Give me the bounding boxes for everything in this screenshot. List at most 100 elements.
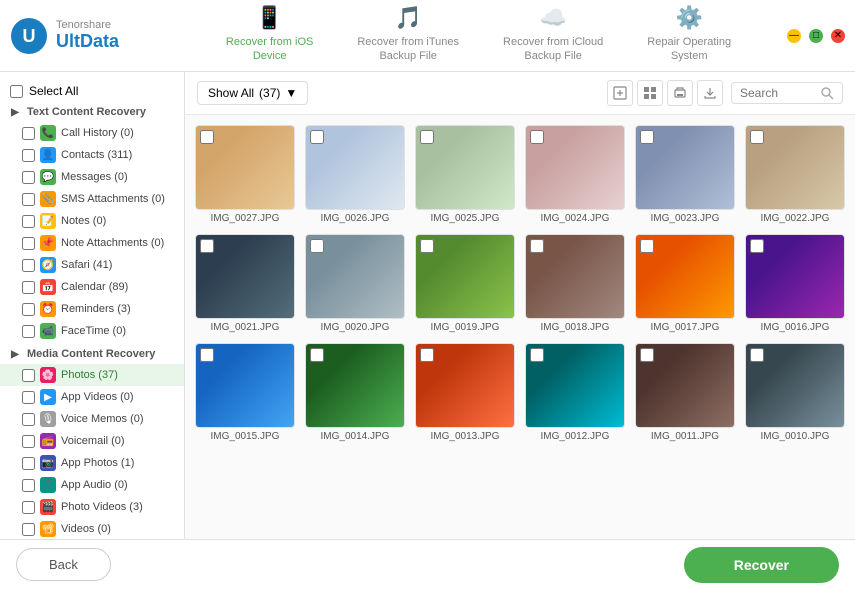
sidebar-item-voicemail[interactable]: 📻 Voicemail (0) <box>0 430 184 452</box>
photo-item[interactable]: IMG_0026.JPG <box>305 125 405 224</box>
photo-checkbox[interactable] <box>420 239 434 253</box>
photo-checkbox[interactable] <box>530 348 544 362</box>
media-section-header[interactable]: ▶ Media Content Recovery <box>0 344 184 364</box>
photo-item[interactable]: IMG_0025.JPG <box>415 125 515 224</box>
photo-item[interactable]: IMG_0011.JPG <box>635 343 735 442</box>
calendar-checkbox[interactable] <box>22 281 35 294</box>
note-attach-checkbox[interactable] <box>22 237 35 250</box>
photo-videos-checkbox[interactable] <box>22 501 35 514</box>
photo-item[interactable]: IMG_0014.JPG <box>305 343 405 442</box>
show-all-button[interactable]: Show All (37) ▼ <box>197 81 308 105</box>
photo-checkbox[interactable] <box>640 130 654 144</box>
voicemail-checkbox[interactable] <box>22 435 35 448</box>
tab-itunes[interactable]: 🎵 Recover from iTunesBackup File <box>335 0 481 76</box>
sidebar-item-contacts[interactable]: 👤 Contacts (311) <box>0 144 184 166</box>
app-videos-checkbox[interactable] <box>22 391 35 404</box>
photo-item[interactable]: IMG_0013.JPG <box>415 343 515 442</box>
select-all-checkbox[interactable] <box>10 85 23 98</box>
sidebar-item-sms-attach[interactable]: 📎 SMS Attachments (0) <box>0 188 184 210</box>
safari-checkbox[interactable] <box>22 259 35 272</box>
photo-checkbox[interactable] <box>750 348 764 362</box>
facetime-checkbox[interactable] <box>22 325 35 338</box>
export-button[interactable] <box>607 80 633 106</box>
photo-checkbox[interactable] <box>640 348 654 362</box>
photo-checkbox[interactable] <box>310 348 324 362</box>
sidebar-item-reminders[interactable]: ⏰ Reminders (3) <box>0 298 184 320</box>
photo-item[interactable]: IMG_0022.JPG <box>745 125 845 224</box>
photo-item[interactable]: IMG_0016.JPG <box>745 234 845 333</box>
export2-button[interactable] <box>697 80 723 106</box>
photo-label: IMG_0023.JPG <box>635 213 735 224</box>
photo-item[interactable]: IMG_0020.JPG <box>305 234 405 333</box>
photo-checkbox[interactable] <box>750 130 764 144</box>
sidebar-item-videos[interactable]: 📽 Videos (0) <box>0 518 184 539</box>
select-all-row[interactable]: Select All <box>0 80 184 102</box>
sidebar-item-voice-memos[interactable]: 🎙 Voice Memos (0) <box>0 408 184 430</box>
sidebar-item-calendar[interactable]: 📅 Calendar (89) <box>0 276 184 298</box>
grid-view-button[interactable] <box>637 80 663 106</box>
photo-checkbox[interactable] <box>750 239 764 253</box>
select-all-label: Select All <box>29 84 78 98</box>
photo-item[interactable]: IMG_0019.JPG <box>415 234 515 333</box>
photo-item[interactable]: IMG_0015.JPG <box>195 343 295 442</box>
sidebar-item-app-photos[interactable]: 📷 App Photos (1) <box>0 452 184 474</box>
photo-label: IMG_0010.JPG <box>745 431 845 442</box>
back-button[interactable]: Back <box>16 548 111 581</box>
sidebar-item-app-videos[interactable]: ▶ App Videos (0) <box>0 386 184 408</box>
photo-item[interactable]: IMG_0023.JPG <box>635 125 735 224</box>
app-audio-checkbox[interactable] <box>22 479 35 492</box>
photo-checkbox[interactable] <box>310 239 324 253</box>
photo-item[interactable]: IMG_0024.JPG <box>525 125 625 224</box>
photo-thumbnail <box>415 234 515 319</box>
photo-checkbox[interactable] <box>200 130 214 144</box>
voice-memos-checkbox[interactable] <box>22 413 35 426</box>
minimize-button[interactable]: — <box>787 29 801 43</box>
photo-item[interactable]: IMG_0017.JPG <box>635 234 735 333</box>
sidebar-item-photos[interactable]: 🌸 Photos (37) <box>0 364 184 386</box>
photo-checkbox[interactable] <box>530 239 544 253</box>
photo-checkbox[interactable] <box>420 130 434 144</box>
sidebar-item-note-attach[interactable]: 📌 Note Attachments (0) <box>0 232 184 254</box>
photo-checkbox[interactable] <box>200 239 214 253</box>
maximize-button[interactable]: □ <box>809 29 823 43</box>
photo-item[interactable]: IMG_0027.JPG <box>195 125 295 224</box>
app-photos-checkbox[interactable] <box>22 457 35 470</box>
photo-item[interactable]: IMG_0012.JPG <box>525 343 625 442</box>
sidebar-item-facetime[interactable]: 📹 FaceTime (0) <box>0 320 184 342</box>
photo-item[interactable]: IMG_0021.JPG <box>195 234 295 333</box>
sidebar-item-photo-videos[interactable]: 🎬 Photo Videos (3) <box>0 496 184 518</box>
photos-checkbox[interactable] <box>22 369 35 382</box>
contacts-checkbox[interactable] <box>22 149 35 162</box>
sidebar-item-call-history[interactable]: 📞 Call History (0) <box>0 122 184 144</box>
search-input[interactable] <box>740 86 820 100</box>
app-photos-label: App Photos (1) <box>61 457 176 469</box>
videos-checkbox[interactable] <box>22 523 35 536</box>
photo-checkbox[interactable] <box>310 130 324 144</box>
sidebar-item-app-audio[interactable]: 🎵 App Audio (0) <box>0 474 184 496</box>
sidebar-item-safari[interactable]: 🧭 Safari (41) <box>0 254 184 276</box>
photo-checkbox[interactable] <box>640 239 654 253</box>
notes-checkbox[interactable] <box>22 215 35 228</box>
tab-ios[interactable]: 📱 Recover from iOSDevice <box>204 0 335 76</box>
sidebar-item-notes[interactable]: 📝 Notes (0) <box>0 210 184 232</box>
call-history-checkbox[interactable] <box>22 127 35 140</box>
messages-checkbox[interactable] <box>22 171 35 184</box>
text-section-header[interactable]: ▶ Text Content Recovery <box>0 102 184 122</box>
photo-thumbnail <box>305 125 405 210</box>
reminders-checkbox[interactable] <box>22 303 35 316</box>
photo-checkbox[interactable] <box>200 348 214 362</box>
print-button[interactable] <box>667 80 693 106</box>
photo-checkbox[interactable] <box>530 130 544 144</box>
close-button[interactable]: ✕ <box>831 29 845 43</box>
photo-checkbox[interactable] <box>420 348 434 362</box>
recover-button[interactable]: Recover <box>684 547 839 583</box>
photo-item[interactable]: IMG_0010.JPG <box>745 343 845 442</box>
photo-item[interactable]: IMG_0018.JPG <box>525 234 625 333</box>
photo-label: IMG_0013.JPG <box>415 431 515 442</box>
voicemail-label: Voicemail (0) <box>61 435 176 447</box>
tab-icloud[interactable]: ☁️ Recover from iCloudBackup File <box>481 0 625 76</box>
sidebar-item-messages[interactable]: 💬 Messages (0) <box>0 166 184 188</box>
tab-repair[interactable]: ⚙️ Repair OperatingSystem <box>625 0 753 76</box>
logo-area: U Tenorshare UltData <box>10 17 170 55</box>
sms-attach-checkbox[interactable] <box>22 193 35 206</box>
